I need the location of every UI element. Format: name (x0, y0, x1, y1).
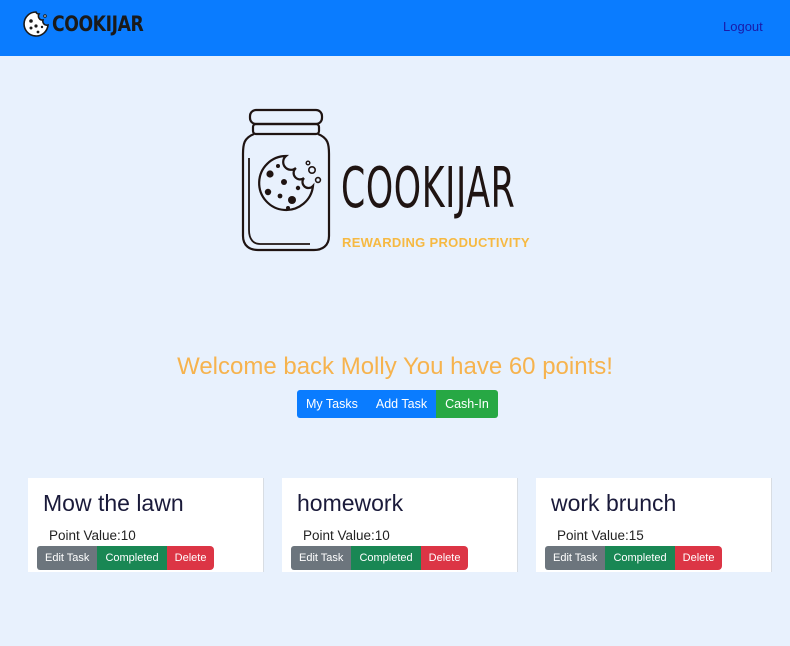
task-actions: Edit Task Completed Delete (291, 546, 469, 570)
task-actions: Edit Task Completed Delete (37, 546, 215, 570)
edit-task-button[interactable]: Edit Task (291, 546, 352, 570)
my-tasks-button[interactable]: My Tasks (297, 390, 367, 418)
task-title: work brunch (551, 490, 677, 516)
task-card: work brunch Point Value:15 Edit Task Com… (536, 478, 772, 572)
hero-logo: COOKIJAR REWARDING PRODUCTIVITY (240, 108, 560, 258)
edit-task-button[interactable]: Edit Task (37, 546, 98, 570)
task-point-value: Point Value:10 (303, 528, 390, 543)
main-action-group: My Tasks Add Task Cash-In (297, 390, 498, 418)
completed-button[interactable]: Completed (605, 546, 675, 570)
task-point-value: Point Value:15 (557, 528, 644, 543)
task-title: homework (297, 490, 404, 516)
task-actions: Edit Task Completed Delete (545, 546, 723, 570)
welcome-message: Welcome back Molly You have 60 points! (177, 353, 613, 380)
cookie-jar-icon (241, 108, 331, 252)
edit-task-button[interactable]: Edit Task (545, 546, 606, 570)
task-card: homework Point Value:10 Edit Task Comple… (282, 478, 518, 572)
task-point-value: Point Value:10 (49, 528, 136, 543)
hero-title: COOKIJAR (341, 156, 516, 221)
brand-text: COOKIJAR (52, 12, 144, 36)
logout-link[interactable]: Logout (723, 19, 763, 34)
cookie-icon (23, 11, 49, 37)
delete-button[interactable]: Delete (420, 546, 469, 570)
task-card: Mow the lawn Point Value:10 Edit Task Co… (28, 478, 264, 572)
add-task-button[interactable]: Add Task (366, 390, 437, 418)
navbar: COOKIJAR Logout (0, 0, 790, 56)
cash-in-button[interactable]: Cash-In (436, 390, 498, 418)
brand-link[interactable]: COOKIJAR (23, 9, 163, 39)
task-title: Mow the lawn (43, 490, 184, 516)
hero-tagline: REWARDING PRODUCTIVITY (342, 235, 530, 250)
completed-button[interactable]: Completed (351, 546, 421, 570)
delete-button[interactable]: Delete (166, 546, 215, 570)
delete-button[interactable]: Delete (674, 546, 723, 570)
completed-button[interactable]: Completed (97, 546, 167, 570)
